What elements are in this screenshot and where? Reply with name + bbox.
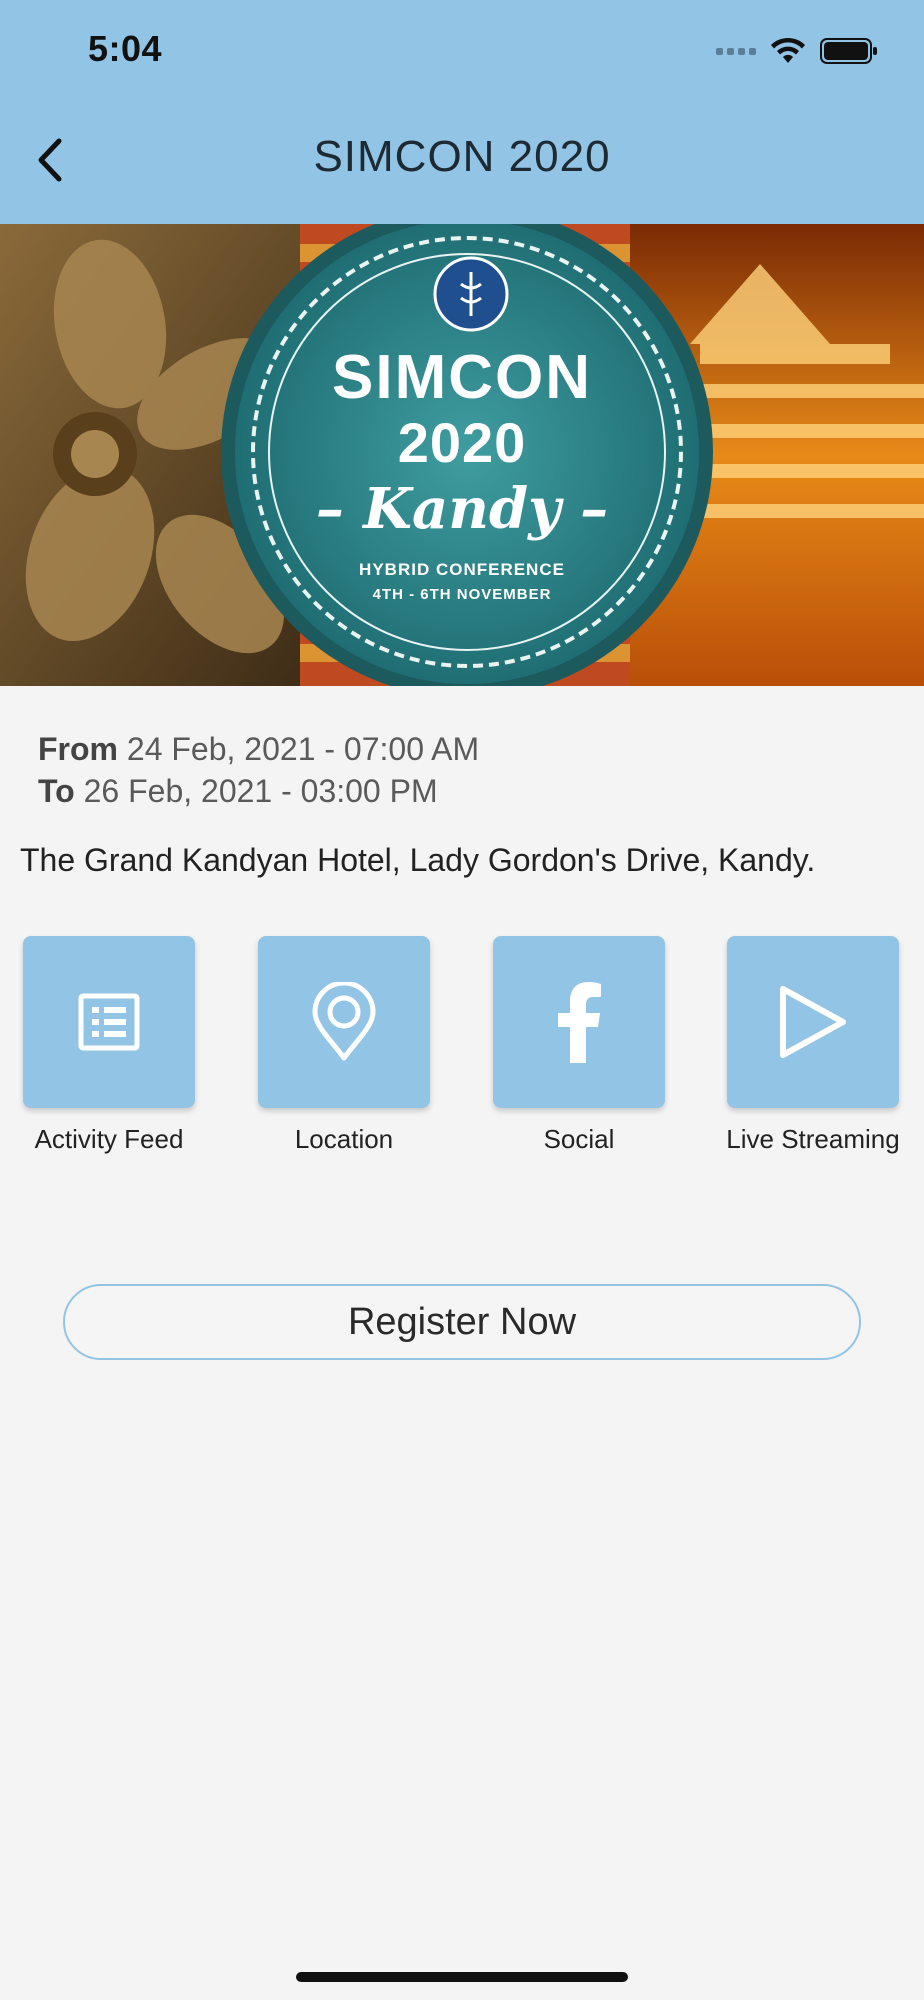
- wifi-icon: [771, 37, 805, 63]
- to-label: To: [38, 773, 75, 809]
- facebook-icon: [558, 982, 601, 1063]
- list-icon: [78, 993, 140, 1051]
- social-label: Social: [543, 1124, 615, 1154]
- banner-subtitle: HYBRID CONFERENCE: [359, 560, 565, 579]
- register-now-button[interactable]: Register Now: [63, 1284, 861, 1360]
- live-streaming-button[interactable]: [727, 936, 899, 1108]
- banner-year: 2020: [397, 411, 527, 474]
- page-title: SIMCON 2020: [313, 132, 611, 181]
- map-pin-icon: [312, 982, 376, 1061]
- location-label: Location: [294, 1124, 394, 1154]
- banner-title: SIMCON: [332, 343, 592, 412]
- event-dates: From 24 Feb, 2021 - 07:00 AM To 26 Feb, …: [38, 728, 479, 812]
- from-value: 24 Feb, 2021 - 07:00 AM: [126, 731, 480, 767]
- venue-address: The Grand Kandyan Hotel, Lady Gordon's D…: [20, 842, 816, 878]
- cellular-signal-icon: [716, 47, 756, 55]
- to-row: To 26 Feb, 2021 - 03:00 PM: [38, 770, 479, 812]
- play-icon: [780, 986, 846, 1058]
- status-icons: [716, 34, 878, 68]
- banner-city: – Kandy –: [315, 476, 609, 542]
- status-time: 5:04: [88, 28, 163, 69]
- battery-icon: [820, 38, 877, 64]
- social-button[interactable]: [493, 936, 665, 1108]
- location-button[interactable]: [258, 936, 430, 1108]
- event-banner: SIMCON 2020 – Kandy – HYBRID CONFERENCE …: [0, 224, 924, 686]
- to-value: 26 Feb, 2021 - 03:00 PM: [83, 773, 438, 809]
- live-streaming-label: Live Streaming: [726, 1124, 900, 1154]
- from-label: From: [38, 731, 118, 767]
- activity-feed-button[interactable]: [23, 936, 195, 1108]
- from-row: From 24 Feb, 2021 - 07:00 AM: [38, 728, 479, 770]
- banner-dates: 4TH - 6TH NOVEMBER: [372, 586, 552, 603]
- activity-feed-label: Activity Feed: [34, 1124, 184, 1154]
- top-bar: 5:04 SIMCON 2020: [0, 0, 924, 224]
- home-indicator: [296, 1972, 628, 1982]
